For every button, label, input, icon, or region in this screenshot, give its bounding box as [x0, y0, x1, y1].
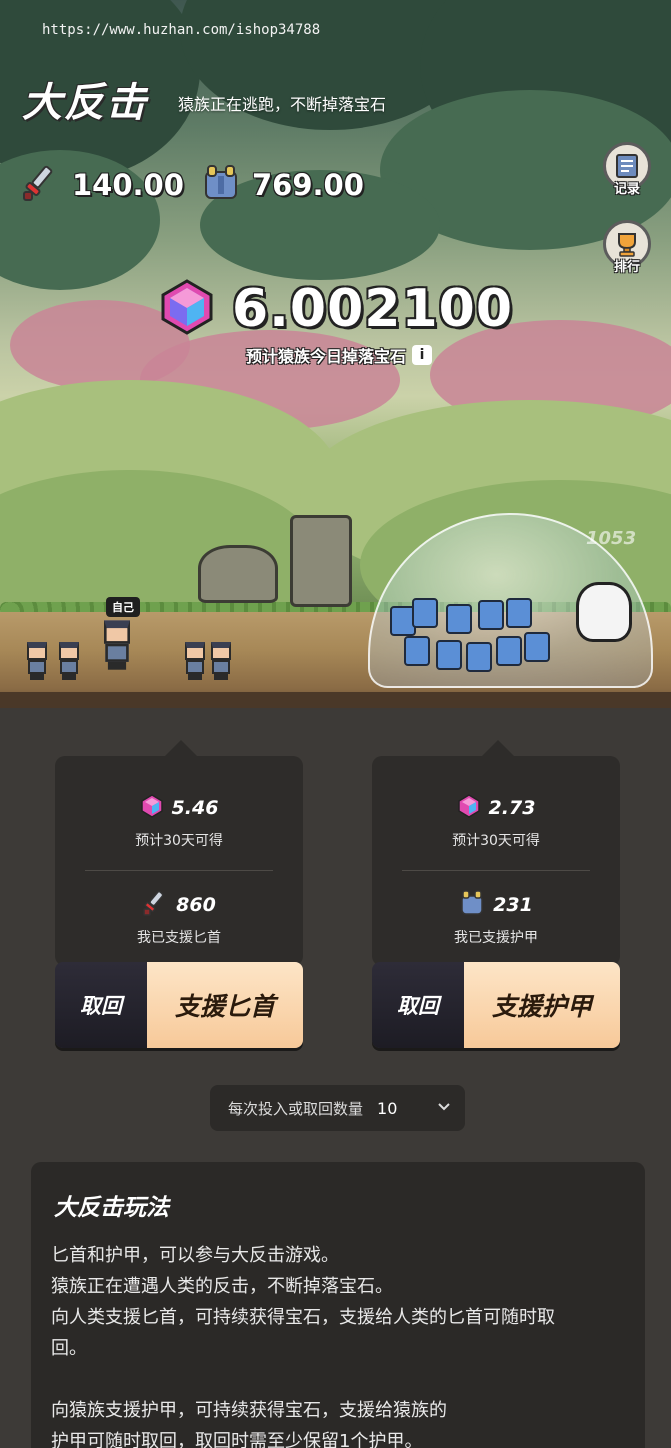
dagger-stat: 140.00 [22, 164, 184, 206]
info-icon[interactable]: i [412, 345, 433, 365]
ape-soldier [436, 640, 462, 670]
armor-card-support-row: 231 [372, 890, 620, 920]
gem-forecast-caption: 预计猿族今日掉落宝石 [246, 347, 407, 366]
dagger-card-gem-caption: 预计30天可得 [135, 833, 223, 849]
stone-pillar [290, 515, 352, 607]
armor-card-support-value: 231 [493, 894, 533, 916]
ape-soldier [506, 598, 532, 628]
self-character [100, 620, 134, 670]
rules-line: 猿族正在遭遇人类的反击，不断掉落宝石。 [51, 1276, 393, 1297]
ape-boss [576, 582, 632, 642]
dagger-card-support-row: 860 [55, 890, 303, 920]
ape-soldier [412, 598, 438, 628]
divider [85, 870, 273, 871]
dagger-total: 140.00 [72, 168, 184, 202]
game-title: 大反击 [22, 80, 148, 126]
gem-forecast: 6.002100 [158, 278, 513, 340]
rules-spacer [51, 1364, 625, 1395]
amount-select[interactable]: 每次投入或取回数量 10 [210, 1085, 465, 1131]
armor-card-gem-row: 2.73 [372, 794, 620, 822]
boulder [198, 545, 278, 603]
chevron-down-icon [437, 1099, 451, 1117]
amount-select-label: 每次投入或取回数量 [228, 1099, 364, 1118]
gem-icon [158, 278, 216, 340]
armor-card-gem-value: 2.73 [488, 797, 536, 819]
dagger-card: 5.46 预计30天可得 860 我已支援匕首 [55, 740, 303, 966]
rules-title: 大反击玩法 [54, 1195, 169, 1221]
armor-actions: 取回 支援护甲 [372, 962, 620, 1048]
rules-line: 护甲可随时取回，取回时需至少保留1个护甲。 [51, 1431, 423, 1448]
game-scene: https://www.huzhan.com/ishop34788 大反击 猿族… [0, 0, 671, 708]
armor-card-support-caption: 我已支援护甲 [454, 930, 538, 946]
dagger-card-support-value: 860 [176, 894, 216, 916]
damage-number: 1053 [586, 528, 637, 549]
divider [402, 870, 590, 871]
recall-armor-button[interactable]: 取回 [372, 962, 464, 1048]
support-armor-button[interactable]: 支援护甲 [464, 962, 620, 1048]
game-subtitle: 猿族正在逃跑，不断掉落宝石 [178, 95, 387, 114]
scene-bottom-border [0, 692, 671, 708]
armor-total: 769.00 [252, 168, 364, 202]
ape-soldier [466, 642, 492, 672]
dagger-card-gem-row: 5.46 [55, 794, 303, 822]
ape-soldier [446, 604, 472, 634]
human-soldier [208, 642, 234, 680]
ranking-button[interactable]: 排行 [601, 220, 653, 280]
gem-forecast-caption-row: 预计猿族今日掉落宝石 i [246, 343, 433, 367]
armor-stat: 769.00 [202, 164, 364, 206]
records-button[interactable]: 记录 [601, 142, 653, 202]
ranking-label: 排行 [613, 260, 640, 275]
armor-icon [459, 890, 485, 920]
watermark-url: https://www.huzhan.com/ishop34788 [42, 22, 321, 38]
dagger-icon [22, 164, 60, 206]
ape-soldier [496, 636, 522, 666]
ape-soldier [478, 600, 504, 630]
armor-card-gem-caption: 预计30天可得 [452, 833, 540, 849]
amount-select-value: 10 [377, 1098, 398, 1118]
dagger-card-gem-value: 5.46 [171, 797, 219, 819]
human-soldier [56, 642, 82, 680]
rules-line: 向猿族支援护甲，可持续获得宝石，支援给猿族的 [51, 1400, 447, 1421]
human-soldier [182, 642, 208, 680]
support-dagger-button[interactable]: 支援匕首 [147, 962, 303, 1048]
gem-icon [140, 794, 164, 822]
dagger-card-support-caption: 我已支援匕首 [137, 930, 221, 946]
self-tag: 自己 [106, 597, 140, 617]
rules-line: 向人类支援匕首，可持续获得宝石，支援给人类的匕首可随时取 [51, 1307, 555, 1328]
dagger-actions: 取回 支援匕首 [55, 962, 303, 1048]
dagger-icon [142, 890, 168, 920]
human-soldier [24, 642, 50, 680]
rules-section: 大反击玩法 匕首和护甲，可以参与大反击游戏。 猿族正在遭遇人类的反击，不断掉落宝… [31, 1162, 645, 1448]
rules-line: 匕首和护甲，可以参与大反击游戏。 [51, 1245, 339, 1266]
recall-dagger-button[interactable]: 取回 [55, 962, 147, 1048]
gem-icon [457, 794, 481, 822]
armor-icon [202, 164, 240, 206]
gem-forecast-value: 6.002100 [232, 279, 514, 339]
rules-line: 回。 [51, 1338, 87, 1359]
ape-soldier [524, 632, 550, 662]
armor-card: 2.73 预计30天可得 231 我已支援护甲 [372, 740, 620, 966]
records-label: 记录 [613, 182, 640, 197]
ape-soldier [404, 636, 430, 666]
